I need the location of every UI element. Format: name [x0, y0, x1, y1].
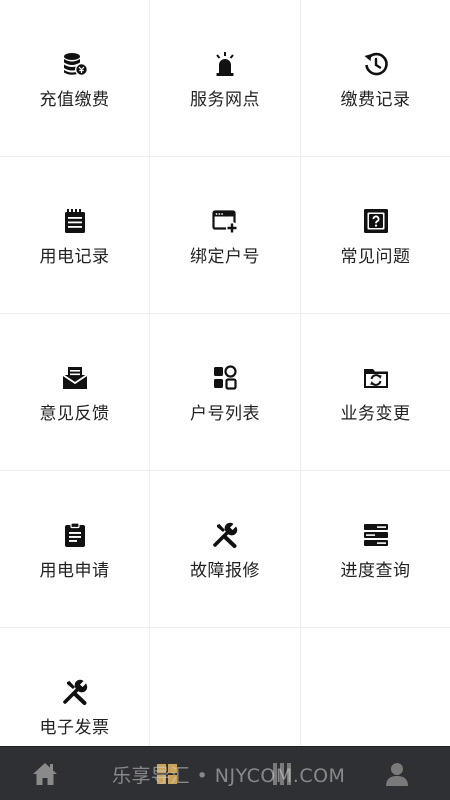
- menu-item-label: 充值缴费: [39, 90, 110, 110]
- notepad-list-icon: [61, 207, 89, 235]
- history-clock-icon: [362, 50, 390, 78]
- menu-item-service-outlets[interactable]: 服务网点: [150, 0, 300, 156]
- tools-repair-icon: [61, 678, 89, 706]
- tab-grid[interactable]: [137, 747, 197, 800]
- menu-item-bind-account[interactable]: 绑定户号: [150, 157, 300, 313]
- home-icon: [33, 762, 57, 785]
- menu-item-label: 故障报修: [190, 561, 260, 581]
- menu-item-e-invoice[interactable]: 电子发票: [0, 628, 149, 747]
- apps-grid-icon: [211, 364, 239, 392]
- grid-icon: [157, 763, 177, 784]
- menu-item-payment-records[interactable]: 缴费记录: [301, 0, 450, 156]
- menu-item-label: 户号列表: [190, 404, 260, 424]
- tab-profile[interactable]: [367, 747, 427, 800]
- app-screen: 充值缴费 服务网点 缴费记录 用电记录 绑定户号 常见问题 意见反馈 户号列表 …: [0, 0, 450, 800]
- bottom-tab-bar: 乐享导汇 • NJYCOM.COM: [0, 746, 450, 800]
- menu-item-electricity-application[interactable]: 用电申请: [0, 471, 149, 627]
- clipboard-list-icon: [61, 521, 89, 549]
- folder-sync-icon: [362, 364, 390, 392]
- siren-beacon-icon: [211, 50, 239, 78]
- question-box-icon: [362, 207, 390, 235]
- menu-item-account-list[interactable]: 户号列表: [150, 314, 300, 470]
- inbox-mail-icon: [61, 364, 89, 392]
- bars-icon: [273, 762, 291, 785]
- window-add-icon: [211, 207, 239, 235]
- menu-item-business-change[interactable]: 业务变更: [301, 314, 450, 470]
- menu-item-faq[interactable]: 常见问题: [301, 157, 450, 313]
- menu-item-label: 缴费记录: [340, 90, 411, 110]
- menu-item-label: 进度查询: [340, 561, 411, 581]
- database-coins-icon: [61, 50, 89, 78]
- menu-item-label: 绑定户号: [190, 247, 260, 267]
- empty-cell: [301, 628, 450, 747]
- tab-home[interactable]: [15, 747, 75, 800]
- empty-cell: [150, 628, 300, 747]
- menu-item-label: 电子发票: [39, 718, 110, 738]
- menu-item-label: 常见问题: [340, 247, 411, 267]
- menu-item-feedback[interactable]: 意见反馈: [0, 314, 149, 470]
- menu-item-label: 用电记录: [39, 247, 110, 267]
- menu-item-label: 用电申请: [39, 561, 110, 581]
- menu-item-progress-query[interactable]: 进度查询: [301, 471, 450, 627]
- tab-bars[interactable]: [252, 747, 312, 800]
- menu-item-fault-repair[interactable]: 故障报修: [150, 471, 300, 627]
- service-menu-grid: 充值缴费 服务网点 缴费记录 用电记录 绑定户号 常见问题 意见反馈 户号列表 …: [0, 0, 450, 747]
- menu-item-label: 服务网点: [190, 90, 260, 110]
- menu-item-usage-records[interactable]: 用电记录: [0, 157, 149, 313]
- menu-item-label: 意见反馈: [39, 404, 110, 424]
- menu-item-recharge-payment[interactable]: 充值缴费: [0, 0, 149, 156]
- tools-repair-icon: [211, 521, 239, 549]
- server-stack-icon: [362, 521, 390, 549]
- user-icon: [386, 762, 408, 786]
- menu-item-label: 业务变更: [340, 404, 411, 424]
